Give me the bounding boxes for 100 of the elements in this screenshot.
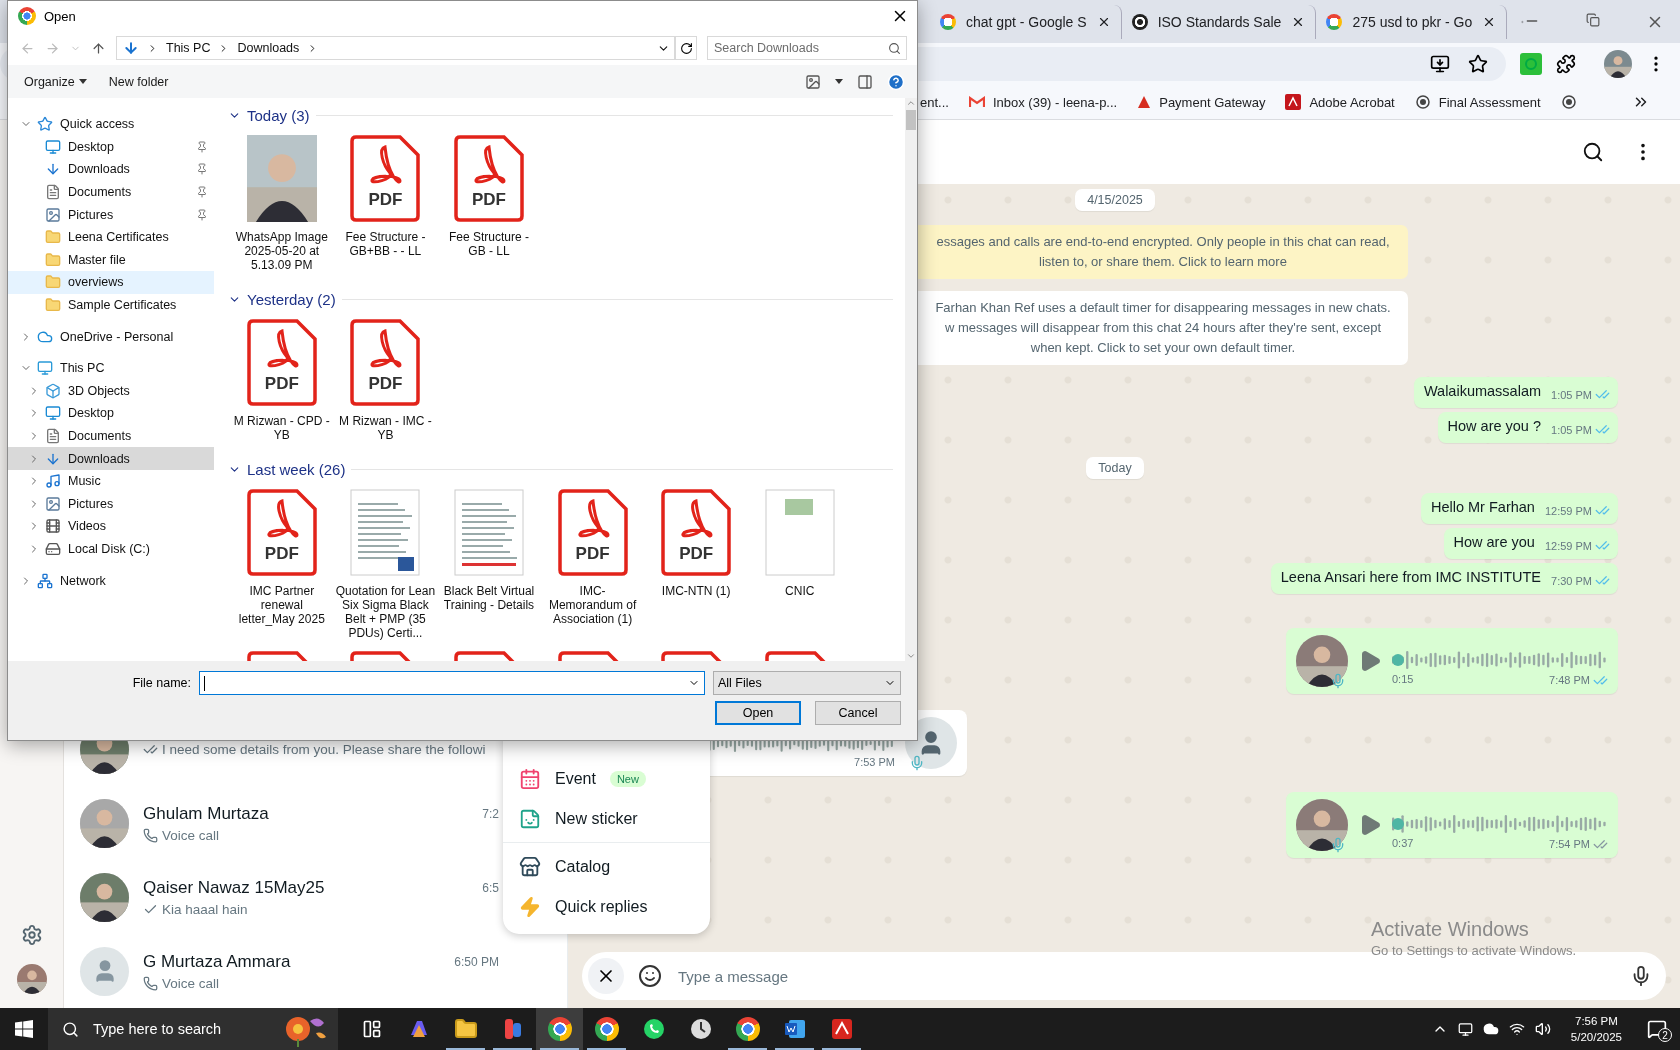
file-name[interactable]: CNIC (747, 584, 852, 598)
bookmark[interactable]: Final Assessment (1414, 94, 1541, 110)
bookmark[interactable]: Payment Gateway (1137, 94, 1266, 110)
ring-logo-icon (940, 13, 956, 30)
group-header[interactable]: Today (3) (228, 104, 893, 126)
menu-item[interactable]: Quick replies (503, 887, 710, 927)
breadcrumb[interactable]: Downloads (237, 41, 300, 55)
browser-tab[interactable]: 275 usd to pkr - Go (1316, 4, 1508, 39)
scroll-thumb[interactable] (906, 110, 916, 130)
nav-item[interactable]: Documents (8, 180, 214, 204)
nav-item[interactable]: 3D Objects (8, 379, 214, 403)
dialog-title: Open (44, 8, 77, 24)
nav-item[interactable]: Quick access (8, 113, 214, 136)
preview-pane-icon[interactable] (857, 73, 873, 90)
file-name[interactable]: Fee Structure - GB - LL (437, 230, 541, 258)
menu-item[interactable]: Event New (503, 759, 710, 799)
nav-item[interactable]: Videos (8, 515, 214, 538)
bookmark-star-icon[interactable] (1468, 54, 1488, 74)
file-name-field[interactable] (199, 671, 705, 695)
chat-row[interactable]: G Murtaza Ammara 6:50 PM Voice call (64, 934, 567, 1008)
address-bar[interactable]: This PC Downloads (116, 36, 675, 60)
nav-item[interactable]: Desktop (8, 402, 214, 425)
progress-dot[interactable] (1392, 817, 1404, 830)
file-type-label: PDF (678, 544, 715, 564)
nav-item[interactable]: Music (8, 469, 214, 493)
menu-item[interactable]: Catalog (503, 847, 710, 887)
nav-item[interactable]: Local Disk (C:) (8, 537, 214, 561)
nav-item[interactable]: Network (8, 569, 214, 592)
clock[interactable]: 7:56 PM 5/20/2025 (1570, 1013, 1622, 1045)
nav-item[interactable]: Documents (8, 424, 214, 448)
extensions-icon[interactable] (1556, 54, 1576, 74)
document-icon (1285, 94, 1302, 110)
triangle-icon (1137, 95, 1152, 109)
nav-item[interactable]: Desktop (8, 135, 214, 159)
refresh-button[interactable] (675, 36, 697, 60)
help-icon[interactable] (887, 72, 905, 91)
message-text: How are you (1453, 534, 1535, 552)
network-icon[interactable] (1508, 1021, 1525, 1037)
nav-item[interactable]: Downloads (8, 447, 214, 470)
bookmark[interactable]: Inbox (39) - leena-p... (968, 94, 1118, 110)
install-icon[interactable] (1430, 54, 1450, 74)
menu-item[interactable]: New sticker (503, 799, 710, 839)
file-name[interactable]: IMC Partner renewal letter_May 2025 (230, 584, 334, 626)
nav-item[interactable]: overviews (8, 271, 214, 294)
nav-item[interactable]: Pictures (8, 203, 214, 226)
taskbar-app[interactable] (536, 1008, 583, 1050)
settings-icon[interactable] (20, 924, 43, 946)
file-type-select[interactable]: All Files (713, 671, 901, 695)
file-name[interactable]: IMC-NTN (1) (644, 584, 748, 598)
file-name[interactable]: M Rizwan - IMC - YB (333, 414, 438, 442)
nav-item[interactable]: Leena Certificates (8, 225, 214, 249)
group-header[interactable]: Yesterday (2) (228, 288, 893, 310)
seal-icon (1414, 94, 1431, 110)
nav-item[interactable]: Master file (8, 248, 214, 272)
computer-icon (37, 360, 53, 377)
chrome-icon (594, 1017, 619, 1041)
browser-tab[interactable]: ISO Standards Sale (1121, 4, 1317, 39)
browser-tab[interactable]: chat gpt - Google S (930, 4, 1122, 39)
pictures-icon (45, 495, 61, 512)
bookmark[interactable] (1560, 94, 1577, 110)
notifications-button[interactable]: 2 (1642, 1014, 1672, 1044)
file-type-label: PDF (471, 190, 507, 210)
toolbar-button[interactable]: New folder (108, 74, 169, 89)
sticker-icon[interactable] (638, 964, 662, 988)
close-button[interactable] (588, 958, 624, 994)
file-name[interactable]: Black Belt Virtual Training - Details (437, 584, 541, 612)
breadcrumb[interactable]: This PC (166, 41, 211, 55)
group-header[interactable]: Last week (26) (228, 458, 893, 480)
search-field[interactable]: Type here to search (48, 1008, 338, 1050)
search-input[interactable]: Type here to search (91, 1020, 264, 1038)
dialog-button[interactable]: Cancel (815, 701, 901, 725)
system-notice[interactable]: essages and calls are end-to-end encrypted. Only people in this chat can read, listen to, or share them. Click to learn more (918, 225, 1408, 279)
toolbar-button[interactable]: Organize (24, 74, 87, 89)
file-name[interactable]: Fee Structure - GB+BB - - LL (333, 230, 438, 258)
cloud-icon[interactable] (1482, 1021, 1499, 1037)
message-text: Leena Ansari here from IMC INSTITUTE (1280, 569, 1542, 587)
file-name[interactable]: M Rizwan - CPD - YB (230, 414, 334, 442)
view-icon[interactable] (805, 73, 821, 90)
up-icon[interactable] (91, 40, 106, 56)
dialog-button[interactable]: Open (715, 701, 801, 725)
bookmark[interactable]: Adobe Acrobat (1285, 94, 1395, 110)
bookmark[interactable]: ent... (920, 94, 949, 110)
message-input[interactable]: Type a message (676, 966, 1616, 986)
file-name[interactable]: WhatsApp Image 2025-05-20 at 5.13.09 PM (230, 230, 334, 272)
voice-duration: 0:37 (1392, 836, 1414, 851)
nav-item[interactable]: Downloads (8, 158, 214, 181)
file-name[interactable]: Quotation for Lean Six Sigma Black Belt + PMP (35 PDUs) Certi... (333, 584, 438, 640)
search-icon[interactable] (1582, 141, 1604, 163)
system-notice[interactable]: Farhan Khan Ref uses a default timer for disappearing messages in new chats. w messages will disappear from this chat 24 hours after they're sent, except when kept. Click to set your own default timer. (918, 291, 1408, 365)
volume-icon[interactable] (1534, 1021, 1551, 1037)
nav-item[interactable]: Sample Certificates (8, 293, 214, 317)
restore-icon[interactable] (1586, 12, 1600, 27)
nav-item[interactable]: Pictures (8, 492, 214, 516)
file-name[interactable]: IMC-Memorandum of Association (1) (540, 584, 645, 626)
nav-item[interactable]: This PC (8, 356, 214, 380)
device-icon[interactable] (1457, 1021, 1473, 1037)
nav-item[interactable]: OneDrive - Personal (8, 325, 214, 348)
chrome-icon (18, 7, 36, 25)
scrollbar[interactable] (905, 98, 917, 661)
progress-dot[interactable] (1392, 653, 1404, 666)
